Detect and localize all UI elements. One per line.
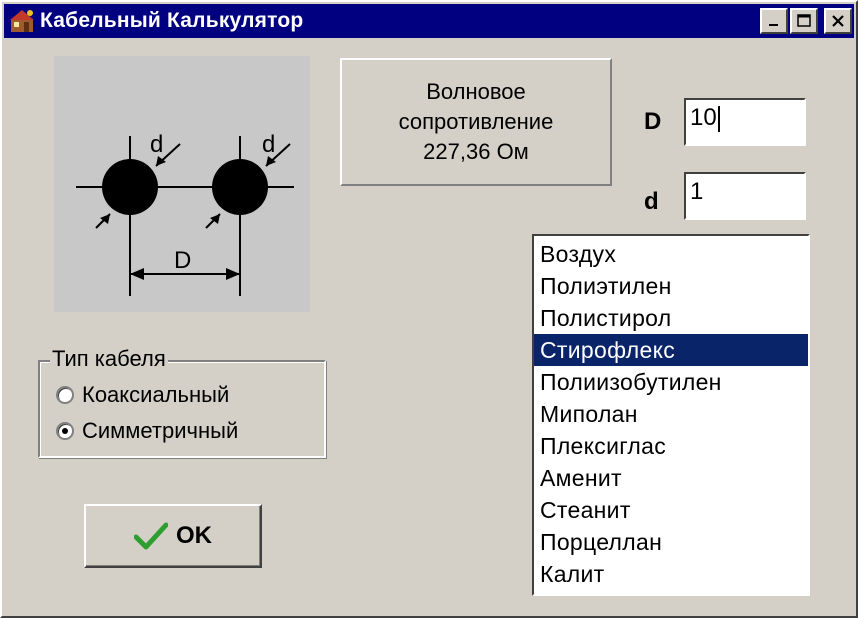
list-item[interactable]: Полиизобутилен <box>534 366 808 398</box>
right-conductor <box>212 159 268 215</box>
impedance-result-panel: Волновое сопротивление 227,36 Ом <box>340 58 612 186</box>
list-item[interactable]: Полиэтилен <box>534 270 808 302</box>
result-value: 227,36 Ом <box>423 139 529 164</box>
list-item[interactable]: Воздух <box>534 238 808 270</box>
D-input-value: 10 <box>690 104 717 131</box>
minimize-button[interactable] <box>760 8 788 34</box>
text-caret <box>717 105 720 132</box>
list-item[interactable]: Миполан <box>534 398 808 430</box>
client-area: d d D Волновое сопротивление 227,36 Ом D… <box>4 38 854 614</box>
radio-coaxial-label: Коаксиальный <box>82 382 230 407</box>
radio-symmetric-label: Симметричный <box>82 418 239 443</box>
d-input[interactable]: 1 <box>684 172 806 220</box>
radio-symmetric[interactable]: Симметричный <box>56 418 238 444</box>
list-item[interactable]: Стеанит <box>534 494 808 526</box>
cable-type-legend: Тип кабеля <box>50 346 168 372</box>
diagram-label-d-left: d <box>150 131 163 158</box>
cable-type-group: Тип кабеля Коаксиальный Симметричный <box>38 346 326 458</box>
D-input[interactable]: 10 <box>684 98 806 146</box>
maximize-icon <box>797 14 811 27</box>
maximize-button[interactable] <box>790 8 818 34</box>
radio-coaxial[interactable]: Коаксиальный <box>56 382 229 408</box>
list-item[interactable]: Аменит <box>534 462 808 494</box>
list-item[interactable]: Полистирол <box>534 302 808 334</box>
main-window: Кабельный Калькулятор d d D Волновое соп… <box>0 0 858 618</box>
cable-diagram-drawing: d d D <box>76 131 294 296</box>
minimize-icon <box>769 24 778 26</box>
list-item[interactable]: Плексиглас <box>534 430 808 462</box>
list-item-selected[interactable]: Стирофлекс <box>534 334 808 366</box>
title-bar[interactable]: Кабельный Калькулятор <box>4 4 854 38</box>
checkmark-icon <box>134 522 168 550</box>
window-title: Кабельный Калькулятор <box>40 9 304 32</box>
D-label: D <box>644 108 662 135</box>
close-button[interactable] <box>824 8 852 34</box>
diagram-label-D: D <box>174 247 191 274</box>
list-item[interactable]: Порцеллан <box>534 526 808 558</box>
ok-button[interactable]: OK <box>84 504 262 568</box>
left-conductor <box>102 159 158 215</box>
ok-button-label: OK <box>176 522 212 549</box>
list-item[interactable]: Калит <box>534 558 808 590</box>
close-icon <box>832 15 844 27</box>
d-input-value: 1 <box>690 178 704 205</box>
dielectric-material-list[interactable]: Воздух Полиэтилен Полистирол Стирофлекс … <box>532 234 810 596</box>
radio-unchecked-icon[interactable] <box>56 386 74 404</box>
diagram-label-d-right: d <box>262 131 275 158</box>
result-line-2: сопротивление <box>398 109 554 134</box>
app-icon <box>10 10 34 32</box>
d-label: d <box>644 188 659 215</box>
cable-diagram: d d D <box>54 56 310 312</box>
radio-checked-icon[interactable] <box>56 422 74 440</box>
result-line-1: Волновое <box>426 79 526 104</box>
